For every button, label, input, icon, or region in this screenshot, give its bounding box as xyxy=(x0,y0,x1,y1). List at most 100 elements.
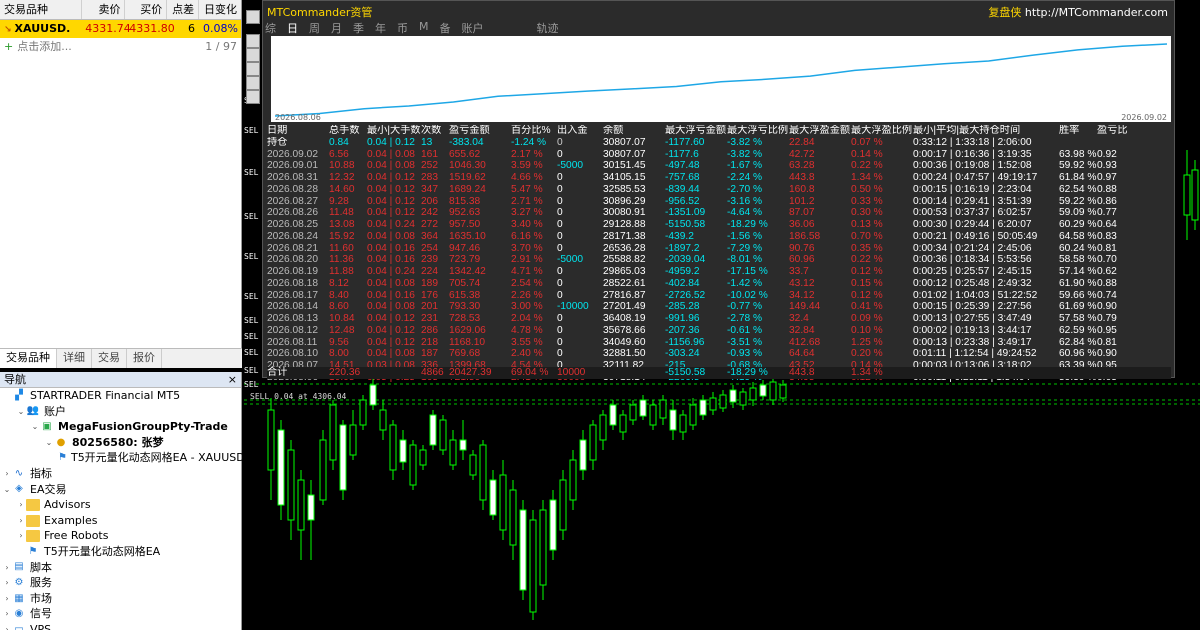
chevron-right-icon[interactable]: › xyxy=(16,513,26,529)
table-row[interactable]: 2026.08.25 13.08 0.04 | 0.24 272 957.50 3.40 … xyxy=(267,219,1171,231)
nav-item[interactable]: ⌄ ● 80256580: 张梦 xyxy=(0,435,241,451)
toolbar-button[interactable] xyxy=(246,34,260,48)
column-header[interactable]: 总手数 xyxy=(329,125,367,137)
nav-item[interactable]: ⌄ 👥 账户 xyxy=(0,404,241,420)
nav-item[interactable]: › Free Robots xyxy=(0,528,241,544)
toolbar-button[interactable] xyxy=(246,10,260,24)
toolbar-button[interactable] xyxy=(246,48,260,62)
panel-tab[interactable]: 日 xyxy=(287,20,298,36)
table-row[interactable]: 2026.08.31 12.32 0.04 | 0.12 283 1519.62 4.66… xyxy=(267,172,1171,184)
col-daily-change[interactable]: 日变化 xyxy=(199,0,241,19)
table-row[interactable]: 2026.08.13 10.84 0.04 | 0.12 231 728.53 2.04 … xyxy=(267,313,1171,325)
table-row[interactable]: 2026.09.01 10.88 0.04 | 0.08 252 1046.30 3.59… xyxy=(267,160,1171,172)
panel-tab[interactable]: 月 xyxy=(331,20,342,36)
chevron-right-icon[interactable]: › xyxy=(16,528,26,544)
toolbar-button[interactable] xyxy=(246,76,260,90)
symbol-row[interactable]: ↘ XAUUSD. 4331.74 4331.80 6 0.08% xyxy=(0,20,241,38)
chevron-down-icon[interactable]: ⌄ xyxy=(16,404,26,420)
table-cell: 13.08 xyxy=(329,219,355,230)
table-row[interactable]: 2026.08.14 8.60 0.04 | 0.08 201 793.30 3.00 %… xyxy=(267,301,1171,313)
panel-tab[interactable]: 年 xyxy=(375,20,386,36)
tab-details[interactable]: 详细 xyxy=(57,349,92,368)
nav-item[interactable]: ▞ STARTRADER Financial MT5 xyxy=(0,388,241,404)
table-cell: 615.38 xyxy=(449,289,481,301)
column-header[interactable]: 盈亏金额 xyxy=(449,125,511,137)
toolbar-button[interactable] xyxy=(246,62,260,76)
panel-tab[interactable]: 备 xyxy=(440,20,451,36)
nav-item[interactable]: ⚑ T5开元量化动态网格EA xyxy=(0,544,241,560)
table-cell: -2.78 % xyxy=(727,313,763,324)
panel-tab[interactable]: 币 xyxy=(397,20,408,36)
col-bid[interactable]: 卖价 xyxy=(82,0,126,19)
tab-ticks[interactable]: 报价 xyxy=(127,349,162,368)
column-header[interactable]: 盈亏比 xyxy=(1097,125,1137,137)
nav-item[interactable]: ⚑ T5开元量化动态网格EA - XAUUSD.,M xyxy=(0,450,261,466)
panel-tab[interactable]: M xyxy=(419,20,429,36)
chevron-right-icon[interactable]: › xyxy=(2,560,12,576)
panel-brand[interactable]: 复盘侠 http://MTCommander.com xyxy=(988,4,1168,20)
chevron-right-icon[interactable]: › xyxy=(2,606,12,622)
tab-trading[interactable]: 交易 xyxy=(92,349,127,368)
column-header[interactable]: 最大浮亏金额 xyxy=(665,125,727,137)
column-header[interactable]: 日期 xyxy=(267,125,329,137)
order-label: SEL xyxy=(244,348,259,357)
chevron-down-icon[interactable]: ⌄ xyxy=(44,435,54,451)
nav-item[interactable]: › Advisors xyxy=(0,497,241,513)
nav-item[interactable]: › Examples xyxy=(0,513,241,529)
nav-item[interactable]: › ∿ 指标 xyxy=(0,466,241,482)
column-header[interactable]: 最小|大手数 xyxy=(367,125,421,137)
table-row[interactable]: 2026.08.24 15.92 0.04 | 0.08 364 1635.10 6.16… xyxy=(267,231,1171,243)
nav-item[interactable]: › ▦ 市场 xyxy=(0,591,241,607)
nav-item[interactable]: ⌄ ▣ MegaFusionGroupPty-Trade xyxy=(0,419,241,435)
chevron-right-icon[interactable]: › xyxy=(16,497,26,513)
nav-item[interactable]: › ◉ 信号 xyxy=(0,606,241,622)
panel-tab[interactable]: 季 xyxy=(353,20,364,36)
table-row[interactable]: 2026.08.17 8.40 0.04 | 0.16 176 615.38 2.26 %… xyxy=(267,290,1171,302)
close-icon[interactable]: × xyxy=(224,372,241,387)
panel-tab[interactable]: 周 xyxy=(309,20,320,36)
chevron-right-icon[interactable]: › xyxy=(2,466,12,482)
column-header[interactable]: 最大浮亏比例 xyxy=(727,125,789,137)
table-cell: 32881.50 xyxy=(603,348,646,360)
column-header[interactable]: 最小|平均|最大持仓时间 xyxy=(913,125,1059,137)
column-header[interactable]: 百分比% xyxy=(511,125,557,137)
holding-row[interactable]: 持仓 0.84 0.04 | 0.12 13 -383.04 -1.24 % 0 30807.… xyxy=(267,137,1171,149)
chevron-right-icon[interactable]: › xyxy=(2,622,12,630)
nav-item[interactable]: › ▭ VPS xyxy=(0,622,241,630)
nav-item[interactable]: › ▤ 脚本 xyxy=(0,560,241,576)
table-row[interactable]: 2026.08.28 14.60 0.04 | 0.12 347 1689.24 5.47… xyxy=(267,184,1171,196)
toolbar-button[interactable] xyxy=(246,90,260,104)
col-spread[interactable]: 点差 xyxy=(167,0,200,19)
column-header[interactable]: 胜率 xyxy=(1059,125,1097,137)
table-row[interactable]: 2026.09.02 6.56 0.04 | 0.08 161 655.62 2.17 %… xyxy=(267,149,1171,161)
table-row[interactable]: 2026.08.10 8.00 0.04 | 0.08 187 769.68 2.40 %… xyxy=(267,348,1171,360)
column-header[interactable]: 次数 xyxy=(421,125,449,137)
table-row[interactable]: 2026.08.27 9.28 0.04 | 0.12 206 815.38 2.71 %… xyxy=(267,196,1171,208)
column-header[interactable]: 最大浮盈金额 xyxy=(789,125,851,137)
col-symbol[interactable]: 交易品种 xyxy=(0,0,82,19)
table-row[interactable]: 2026.08.18 8.12 0.04 | 0.08 189 705.74 2.54 %… xyxy=(267,278,1171,290)
panel-tab[interactable]: 账户 xyxy=(462,20,484,36)
column-header[interactable]: 余额 xyxy=(603,125,665,137)
panel-tab[interactable]: 综 xyxy=(265,20,276,36)
chevron-right-icon[interactable]: › xyxy=(2,575,12,591)
chevron-right-icon[interactable]: › xyxy=(2,591,12,607)
nav-item[interactable]: ⌄ ◈ EA交易 xyxy=(0,482,241,498)
tab-symbols[interactable]: 交易品种 xyxy=(0,349,57,368)
table-cell: 0.04 | 0.16 xyxy=(367,242,415,254)
table-row[interactable]: 2026.08.11 9.56 0.04 | 0.12 218 1168.10 3.55 … xyxy=(267,337,1171,349)
col-ask[interactable]: 买价 xyxy=(125,0,168,19)
table-row[interactable]: 2026.08.12 12.48 0.04 | 0.12 286 1629.06 4.78… xyxy=(267,325,1171,337)
table-row[interactable]: 2026.08.19 11.88 0.04 | 0.24 224 1342.42 4.71… xyxy=(267,266,1171,278)
column-header[interactable]: 最大浮盈比例 xyxy=(851,125,913,137)
chevron-down-icon[interactable]: ⌄ xyxy=(2,482,12,498)
column-header[interactable]: 出入金 xyxy=(557,125,603,137)
panel-tab[interactable]: 轨迹 xyxy=(537,20,559,36)
table-cell: 0.95 xyxy=(1097,324,1117,336)
table-row[interactable]: 2026.08.26 11.48 0.04 | 0.12 242 952.63 3.27 … xyxy=(267,207,1171,219)
chevron-down-icon[interactable]: ⌄ xyxy=(30,419,40,435)
table-row[interactable]: 2026.08.20 11.36 0.04 | 0.16 239 723.79 2.91 … xyxy=(267,254,1171,266)
table-row[interactable]: 2026.08.21 11.60 0.04 | 0.16 254 947.46 3.70 … xyxy=(267,243,1171,255)
add-symbol-row[interactable]: + 点击添加... 1 / 97 xyxy=(0,38,241,56)
nav-item[interactable]: › ⚙ 服务 xyxy=(0,575,241,591)
